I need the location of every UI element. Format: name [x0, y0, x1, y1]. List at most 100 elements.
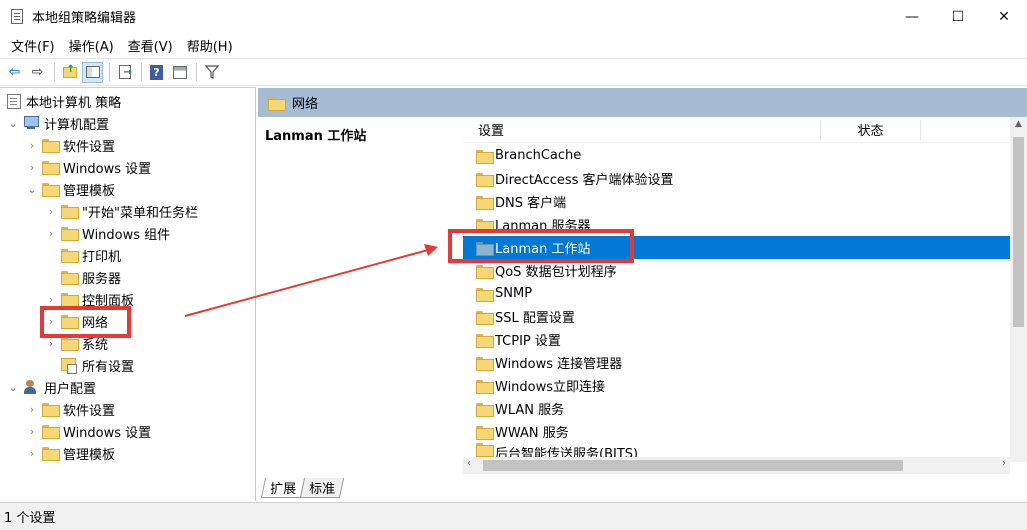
list-item-label: SSL 配置设置	[495, 311, 575, 326]
tree-item-user-software-settings[interactable]: › 软件设置	[25, 398, 115, 420]
scroll-up-icon[interactable]: ▲	[1010, 119, 1027, 129]
computer-icon	[23, 116, 39, 130]
column-header-setting[interactable]: 设置	[463, 119, 821, 140]
list-item-label: SNMP	[495, 286, 533, 301]
list-item[interactable]: WLAN 服务	[463, 397, 1010, 420]
close-button[interactable]: ✕	[981, 0, 1027, 33]
tab-standard[interactable]: 标准	[299, 478, 345, 498]
tree-item-admin-templates[interactable]: ⌄ 管理模板	[25, 178, 115, 200]
column-header-state[interactable]: 状态	[821, 119, 921, 140]
folder-icon	[476, 172, 494, 187]
list-item-label: Windows 连接管理器	[495, 357, 623, 372]
settings-list: 设置 状态 BranchCache DirectAccess 客户端体验设置 D…	[463, 117, 1027, 472]
policy-document-icon	[7, 93, 21, 109]
filter-icon[interactable]	[201, 62, 222, 83]
folder-icon	[476, 443, 494, 457]
folder-icon	[61, 249, 79, 263]
folder-icon	[42, 161, 60, 175]
tree-item-root[interactable]: 本地计算机 策略	[4, 90, 121, 112]
list-item[interactable]: BranchCache	[463, 144, 1010, 167]
up-folder-icon[interactable]: ↑	[59, 62, 80, 83]
tree-item-user-windows-settings[interactable]: › Windows 设置	[25, 420, 151, 442]
chevron-right-icon[interactable]: ›	[44, 293, 58, 306]
folder-icon	[42, 403, 60, 417]
horizontal-scrollbar[interactable]: ‹ ›	[463, 457, 1010, 474]
folder-icon	[476, 356, 494, 371]
tree-label: 软件设置	[63, 403, 116, 419]
scrollbar-thumb[interactable]	[483, 460, 903, 471]
tree-item-printers[interactable]: 打印机	[58, 244, 121, 266]
chevron-right-icon[interactable]: ›	[25, 403, 39, 416]
chevron-right-icon[interactable]: ›	[25, 447, 39, 460]
chevron-down-icon[interactable]: ⌄	[6, 117, 20, 130]
tree-label: Windows 组件	[82, 227, 171, 243]
scrollbar-thumb[interactable]	[1013, 137, 1024, 327]
tree-label: Windows 设置	[63, 425, 152, 441]
tree-item-user-admin-templates[interactable]: › 管理模板	[25, 442, 115, 464]
tree-label: Windows 设置	[63, 161, 152, 177]
folder-icon	[476, 287, 494, 302]
policy-editor-icon	[9, 8, 25, 25]
list-item[interactable]: SSL 配置设置	[463, 305, 1010, 328]
menu-help[interactable]: 帮助(H)	[180, 36, 240, 55]
folder-icon	[476, 195, 494, 210]
list-item[interactable]: WWAN 服务	[463, 420, 1010, 443]
back-arrow-icon[interactable]: ⇦	[4, 62, 25, 83]
folder-icon	[476, 379, 494, 394]
status-text: 1 个设置	[4, 511, 56, 526]
folder-icon	[61, 271, 79, 285]
chevron-right-icon[interactable]: ›	[25, 161, 39, 174]
tab-label: 标准	[309, 482, 336, 497]
chevron-down-icon[interactable]: ⌄	[25, 183, 39, 196]
chevron-down-icon[interactable]: ⌄	[6, 381, 20, 394]
menu-file[interactable]: 文件(F)	[4, 36, 62, 55]
properties-view-icon[interactable]	[169, 62, 190, 83]
tree-item-start-menu[interactable]: › "开始"菜单和任务栏	[44, 200, 198, 222]
list-item[interactable]: 后台智能传送服务(BITS)	[463, 443, 1010, 457]
toolbar-separator	[141, 63, 142, 81]
list-item[interactable]: DNS 客户端	[463, 190, 1010, 213]
chevron-right-icon[interactable]: ›	[25, 139, 39, 152]
maximize-button[interactable]: ☐	[935, 0, 981, 33]
show-hide-tree-icon[interactable]	[82, 61, 103, 83]
tree-item-all-settings[interactable]: 所有设置	[58, 354, 134, 376]
tree-item-windows-settings[interactable]: › Windows 设置	[25, 156, 151, 178]
menu-action[interactable]: 操作(A)	[62, 36, 121, 55]
list-item-label: DNS 客户端	[495, 196, 567, 211]
folder-icon	[476, 264, 494, 279]
folder-open-icon	[42, 183, 60, 197]
list-item[interactable]: TCPIP 设置	[463, 328, 1010, 351]
vertical-scrollbar[interactable]: ▲	[1010, 117, 1027, 462]
tree-item-user-config[interactable]: ⌄ 用户配置	[6, 376, 96, 398]
menu-view[interactable]: 查看(V)	[121, 36, 180, 55]
minimize-button[interactable]: —	[889, 0, 935, 33]
list-item[interactable]: Windows 连接管理器	[463, 351, 1010, 374]
all-settings-icon	[61, 358, 77, 374]
tree-item-software-settings[interactable]: › 软件设置	[25, 134, 115, 156]
tree-item-server[interactable]: 服务器	[58, 266, 121, 288]
chevron-right-icon[interactable]: ›	[44, 205, 58, 218]
chevron-right-icon[interactable]: ›	[44, 337, 58, 350]
list-item[interactable]: DirectAccess 客户端体验设置	[463, 167, 1010, 190]
tree-item-computer-config[interactable]: ⌄ 计算机配置	[6, 112, 109, 134]
list-item[interactable]: Windows立即连接	[463, 374, 1010, 397]
folder-icon	[476, 402, 494, 417]
tree-item-windows-components[interactable]: › Windows 组件	[44, 222, 170, 244]
window-title: 本地组策略编辑器	[32, 11, 137, 26]
help-icon[interactable]: ?	[146, 62, 167, 83]
details-pane: 网络 Lanman 工作站 设置 状态 BranchCache DirectAc…	[258, 87, 1027, 501]
scroll-left-icon[interactable]: ‹	[467, 458, 471, 469]
tab-extended[interactable]: 扩展	[260, 478, 306, 498]
list-item-label: DirectAccess 客户端体验设置	[495, 173, 674, 188]
forward-arrow-icon[interactable]: ⇨	[27, 62, 48, 83]
list-item[interactable]: SNMP	[463, 282, 1010, 305]
scroll-right-icon[interactable]: ›	[1002, 458, 1006, 469]
chevron-right-icon[interactable]: ›	[44, 227, 58, 240]
tree-label: 管理模板	[63, 183, 116, 199]
toolbar-separator	[109, 63, 110, 81]
export-list-icon[interactable]: →	[114, 62, 135, 83]
chevron-right-icon[interactable]: ›	[25, 425, 39, 438]
folder-icon	[476, 333, 494, 348]
folder-icon	[42, 425, 60, 439]
toolbar: ⇦ ⇨ ↑ → ?	[0, 58, 1027, 86]
